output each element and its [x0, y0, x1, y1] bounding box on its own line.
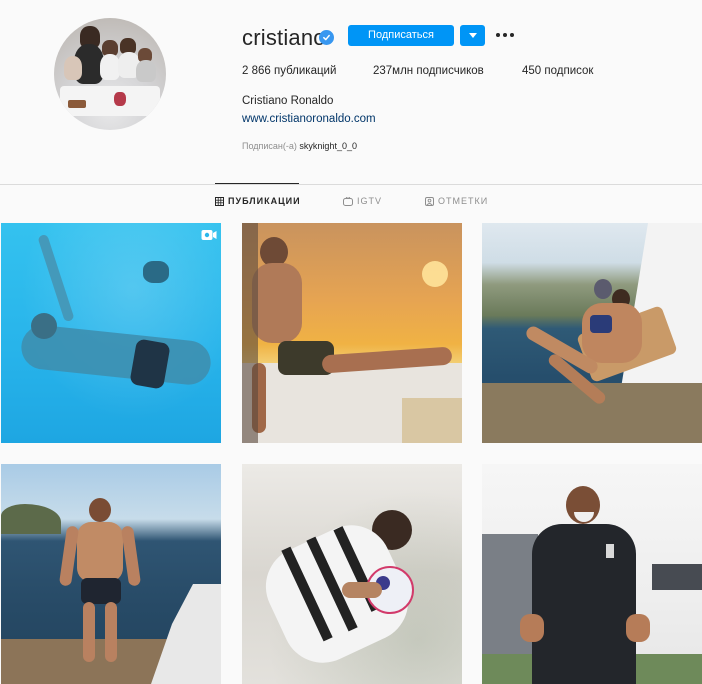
- profile-avatar[interactable]: [54, 18, 166, 130]
- tab-igtv[interactable]: IGTV: [343, 196, 382, 206]
- verified-badge-icon: [319, 30, 334, 45]
- tab-tagged-label: ОТМЕТКИ: [438, 196, 489, 206]
- following-count-link[interactable]: 450 подписок: [522, 65, 593, 77]
- active-tab-indicator: [215, 183, 299, 184]
- igtv-icon: [343, 196, 353, 206]
- profile-tabs: ПУБЛИКАЦИИ IGTV ОТМЕТКИ: [0, 196, 702, 212]
- followed-by-prefix: Подписан(-а): [242, 141, 297, 151]
- more-options-button[interactable]: [494, 27, 516, 43]
- video-post-icon: [201, 230, 217, 240]
- follow-button[interactable]: Подписаться: [348, 25, 454, 46]
- dot-icon: [496, 33, 500, 37]
- post-thumbnail[interactable]: [242, 223, 462, 443]
- tagged-icon: [425, 196, 434, 206]
- caret-down-icon: [468, 33, 477, 38]
- profile-username: cristiano: [242, 25, 326, 50]
- post-thumbnail[interactable]: [482, 464, 702, 684]
- followed-by-text: Подписан(-а) skyknight_0_0: [242, 141, 357, 151]
- dot-icon: [503, 33, 507, 37]
- tab-igtv-label: IGTV: [357, 196, 383, 206]
- tab-posts[interactable]: ПУБЛИКАЦИИ: [215, 196, 301, 206]
- profile-header: cristiano Подписаться 2 866 публикаций 2…: [0, 0, 702, 184]
- followed-by-user-link[interactable]: skyknight_0_0: [299, 141, 357, 151]
- dot-icon: [510, 33, 514, 37]
- tabs-divider: [0, 184, 702, 185]
- post-thumbnail[interactable]: [242, 464, 462, 684]
- posts-count: 2 866 публикаций: [242, 65, 337, 77]
- checkmark-icon: [323, 34, 330, 41]
- profile-website-link[interactable]: www.cristianoronaldo.com: [242, 113, 376, 125]
- profile-full-name: Cristiano Ronaldo: [242, 95, 334, 107]
- tab-tagged[interactable]: ОТМЕТКИ: [425, 196, 488, 206]
- post-thumbnail[interactable]: [482, 223, 702, 443]
- tab-posts-label: ПУБЛИКАЦИИ: [228, 196, 301, 206]
- grid-icon: [215, 196, 224, 206]
- followers-count-link[interactable]: 237млн подписчиков: [373, 65, 484, 77]
- post-thumbnail[interactable]: [1, 464, 221, 684]
- post-thumbnail[interactable]: [1, 223, 221, 443]
- suggestions-dropdown-button[interactable]: [460, 25, 485, 46]
